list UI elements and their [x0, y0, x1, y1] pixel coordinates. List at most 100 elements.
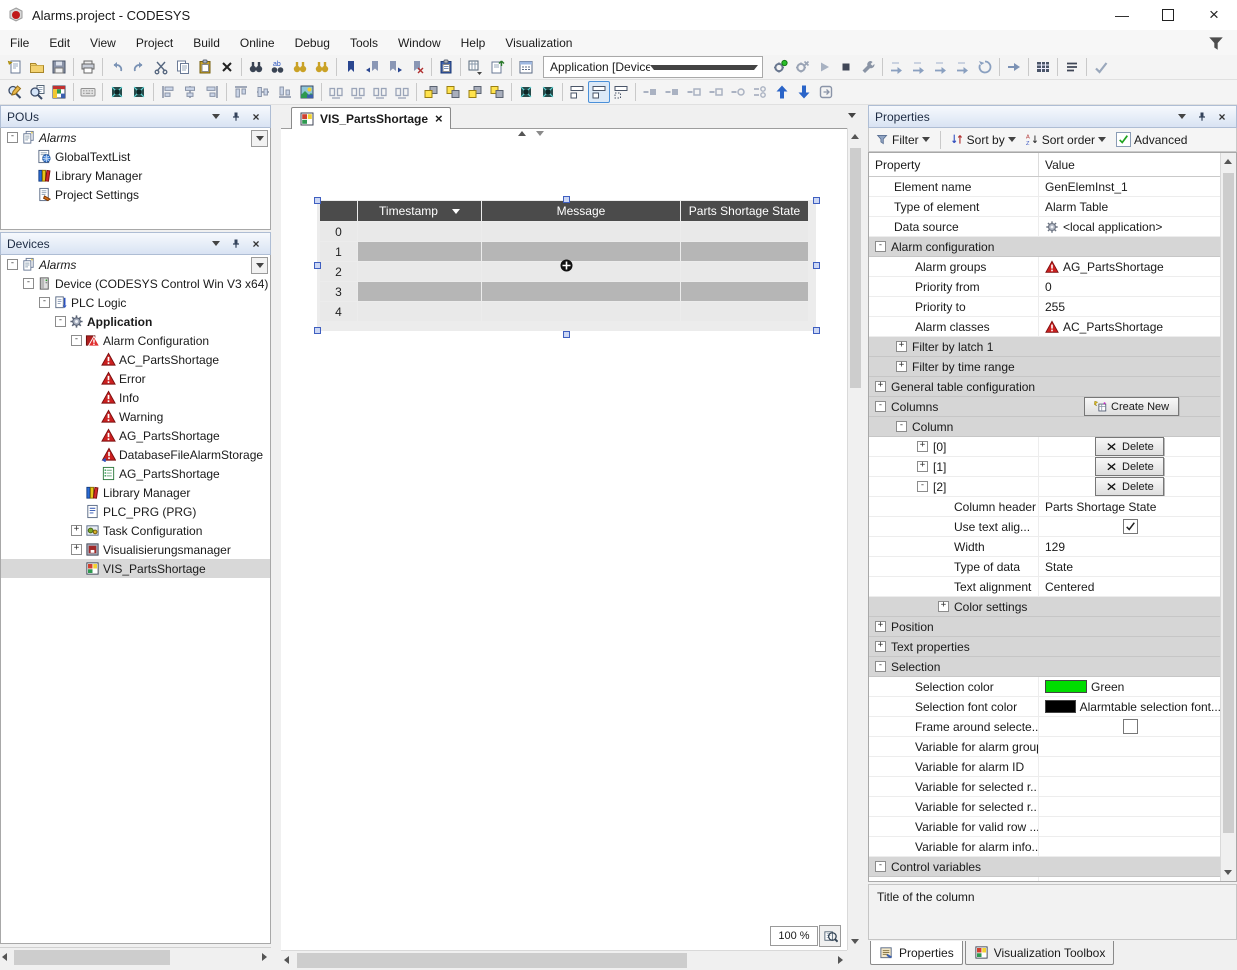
login-icon[interactable] [769, 56, 791, 78]
same-height-icon[interactable] [347, 81, 369, 103]
property-value[interactable]: 129 [1045, 540, 1065, 554]
frame-edit-icon[interactable] [610, 81, 632, 103]
property-group-columns[interactable]: -ColumnsCreate New [869, 397, 1221, 417]
send-backward-icon[interactable] [464, 81, 486, 103]
bring-forward-icon[interactable] [442, 81, 464, 103]
property-row-variable-for-alarm-info-[interactable]: Variable for alarm info... [869, 837, 1221, 857]
zoom-button[interactable] [819, 925, 841, 947]
frame-visible-icon[interactable] [588, 81, 610, 103]
pous-panel-header[interactable]: POUs × [0, 105, 271, 128]
property-row-priority-to[interactable]: Priority to255 [869, 297, 1221, 317]
menu-file[interactable]: File [0, 32, 39, 54]
activate-selection-icon[interactable] [106, 81, 128, 103]
device-item-plc-logic[interactable]: -PLC Logic [1, 293, 270, 312]
align-center-icon[interactable] [179, 81, 201, 103]
handle-sw[interactable] [314, 327, 321, 334]
tree-row-dropdown-icon[interactable] [251, 257, 268, 274]
device-item-ag-partsshortage[interactable]: AG_PartsShortage [1, 426, 270, 445]
delete-button[interactable]: Delete [1095, 457, 1164, 476]
deactivate-selection-icon[interactable] [128, 81, 150, 103]
color-swatch[interactable] [1045, 680, 1087, 693]
stop-icon[interactable] [835, 56, 857, 78]
expand-icon[interactable]: + [875, 641, 886, 652]
visualization-view-icon[interactable] [26, 81, 48, 103]
property-row-use-text-alig-[interactable]: Use text alig... [869, 517, 1221, 537]
replace-icon[interactable]: ab [267, 56, 289, 78]
print-icon[interactable] [77, 56, 99, 78]
align-right-icon[interactable] [201, 81, 223, 103]
menu-online[interactable]: Online [230, 32, 285, 54]
properties-panel-header[interactable]: Properties × [868, 105, 1237, 128]
property-row-data-source[interactable]: Data source<local application> [869, 217, 1221, 237]
expand-icon[interactable]: + [875, 621, 886, 632]
devices-menu-icon[interactable] [208, 236, 224, 252]
tree-row-dropdown-icon[interactable] [251, 130, 268, 147]
property-row-variable-for-alarm-id[interactable]: Variable for alarm ID [869, 757, 1221, 777]
minimize-button[interactable]: — [1099, 0, 1145, 30]
devices-close-icon[interactable]: × [248, 236, 264, 252]
expand-icon[interactable]: + [71, 525, 82, 536]
vis-element-table-icon[interactable] [48, 81, 70, 103]
collapse-icon[interactable]: - [896, 421, 907, 432]
property-row-alarm-classes[interactable]: Alarm classesAC_PartsShortage [869, 317, 1221, 337]
expand-icon[interactable]: + [71, 544, 82, 555]
advanced-toggle[interactable]: Advanced [1113, 130, 1190, 149]
editor-vscrollbar[interactable] [847, 128, 863, 950]
handle-s[interactable] [563, 331, 570, 338]
device-item-device-codesys-control-win-v3-x64-[interactable]: -Device (CODESYS Control Win V3 x64) [1, 274, 270, 293]
align-middle-icon[interactable] [252, 81, 274, 103]
property-group-color-settings[interactable]: +Color settings [869, 597, 1221, 617]
device-item-visualisierungsmanager[interactable]: +Visualisierungsmanager [1, 540, 270, 559]
property-group-selection[interactable]: -Selection [869, 657, 1221, 677]
handle-w[interactable] [314, 262, 321, 269]
input-assistant-icon[interactable] [435, 56, 457, 78]
menu-tools[interactable]: Tools [340, 32, 388, 54]
send-to-back-icon[interactable] [486, 81, 508, 103]
size-to-grid-icon[interactable] [391, 81, 413, 103]
property-value[interactable]: 0 [1045, 280, 1052, 294]
color-swatch[interactable] [1045, 700, 1076, 713]
menu-view[interactable]: View [80, 32, 126, 54]
visualization-canvas[interactable]: TimestampMessageParts Shortage State0123… [281, 129, 847, 951]
handle-e[interactable] [813, 262, 820, 269]
collapse-icon[interactable]: - [917, 481, 928, 492]
device-item-databasefilealarmstorage[interactable]: DatabaseFileAlarmStorage [1, 445, 270, 464]
expand-icon[interactable]: + [875, 381, 886, 392]
library-repository-icon[interactable] [515, 56, 537, 78]
splitter-chevrons-icon[interactable] [518, 131, 544, 136]
prev-bookmark-icon[interactable] [362, 56, 384, 78]
create-new-button[interactable]: Create New [1084, 397, 1179, 416]
pous-pin-icon[interactable] [228, 109, 244, 125]
toggle-bookmark-icon[interactable] [340, 56, 362, 78]
collapse-icon[interactable]: - [875, 661, 886, 672]
device-item-ag-partsshortage[interactable]: AG_PartsShortage [1, 464, 270, 483]
property-group-filter-by-latch-1[interactable]: +Filter by latch 1 [869, 337, 1221, 357]
generate-code-icon[interactable] [1090, 56, 1112, 78]
property-value[interactable]: Centered [1045, 580, 1094, 594]
expand-icon[interactable]: + [917, 441, 928, 452]
filter-button[interactable]: Filter [873, 131, 933, 149]
collapse-icon[interactable]: - [71, 335, 82, 346]
property-row-width[interactable]: Width129 [869, 537, 1221, 557]
tab-vis-partsshortage[interactable]: VIS_PartsShortage × [291, 107, 451, 129]
tab-list-dropdown-icon[interactable] [848, 113, 856, 118]
delete-button[interactable]: Delete [1095, 477, 1164, 496]
collapse-icon[interactable]: - [23, 278, 34, 289]
value-checkbox[interactable] [1123, 519, 1138, 534]
find-in-project-icon[interactable] [289, 56, 311, 78]
clear-bookmarks-icon[interactable] [406, 56, 428, 78]
device-item-alarm-configuration[interactable]: -Alarm Configuration [1, 331, 270, 350]
paste-icon[interactable] [194, 56, 216, 78]
device-item-ac-partsshortage[interactable]: AC_PartsShortage [1, 350, 270, 369]
align-left-icon[interactable] [157, 81, 179, 103]
property-row-alarm-groups[interactable]: Alarm groupsAG_PartsShortage [869, 257, 1221, 277]
reset-warm-icon[interactable] [974, 56, 996, 78]
menu-build[interactable]: Build [183, 32, 230, 54]
close-button[interactable]: × [1191, 0, 1237, 30]
collapse-icon[interactable]: - [875, 401, 886, 412]
background-image-icon[interactable] [296, 81, 318, 103]
menu-project[interactable]: Project [126, 32, 183, 54]
active-application-combo[interactable]: Application [Device: PLC Logic] [543, 56, 763, 78]
menu-help[interactable]: Help [451, 32, 496, 54]
interface-editor-icon[interactable] [815, 81, 837, 103]
